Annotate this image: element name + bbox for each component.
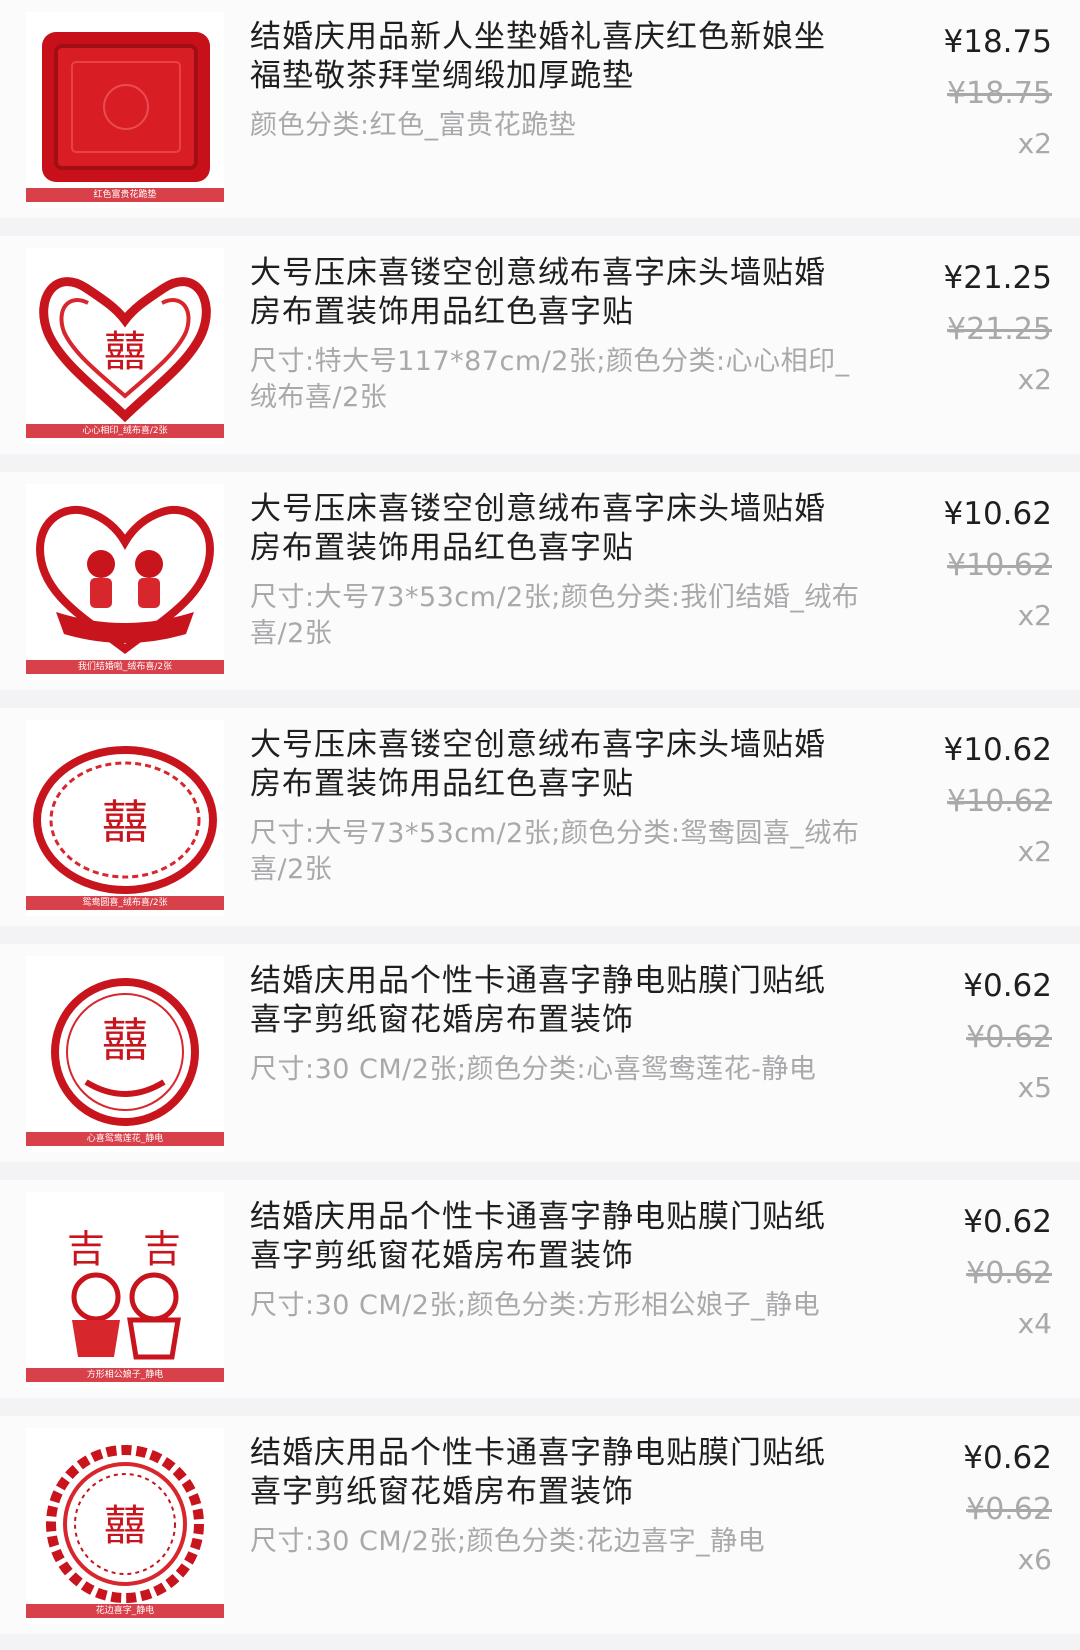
product-thumbnail[interactable]: 吉 吉 方形相公娘子_静电 xyxy=(26,1192,224,1388)
product-spec: 颜色分类:红色_富贵花跪垫 xyxy=(250,110,577,141)
lace-xi-papercut-icon: 囍 xyxy=(46,1445,204,1603)
svg-text:囍: 囍 xyxy=(104,327,146,376)
price: ¥10.62 xyxy=(943,496,1052,532)
original-price: ¥0.62 xyxy=(966,1020,1052,1055)
order-item[interactable]: 吉 吉 方形相公娘子_静电 结婚庆用品个性卡通喜字静电贴膜门贴纸喜字剪纸窗花婚房… xyxy=(0,1180,1080,1398)
product-title[interactable]: 大号压床喜镂空创意绒布喜字床头墙贴婚房布置装饰用品红色喜字贴 xyxy=(250,254,850,332)
quantity: x2 xyxy=(1017,599,1052,632)
original-price: ¥0.62 xyxy=(966,1492,1052,1527)
quantity: x2 xyxy=(1017,127,1052,160)
svg-text:吉: 吉 xyxy=(143,1227,181,1271)
product-spec: 尺寸:大号73*53cm/2张;颜色分类:鸳鸯圆喜_绒布喜/2张 xyxy=(250,818,860,885)
product-thumbnail[interactable]: 囍 心心相印_绒布喜/2张 xyxy=(26,248,224,444)
product-thumbnail[interactable]: 囍 鸳鸯圆喜_绒布喜/2张 xyxy=(26,720,224,916)
product-spec: 尺寸:30 CM/2张;颜色分类:方形相公娘子_静电 xyxy=(250,1290,821,1321)
price: ¥10.62 xyxy=(943,732,1052,768)
original-price: ¥10.62 xyxy=(947,784,1052,819)
product-thumbnail[interactable]: 囍 心喜鸳鸯莲花_静电 xyxy=(26,956,224,1152)
price: ¥0.62 xyxy=(963,1204,1052,1240)
product-thumbnail[interactable]: 囍 花边喜字_静电 xyxy=(26,1428,224,1624)
round-xi-papercut-icon: 囍 xyxy=(51,978,199,1126)
quantity: x4 xyxy=(1017,1307,1052,1340)
order-item[interactable]: 红色富贵花跪垫 结婚庆用品新人坐垫婚礼喜庆红色新娘坐福垫敬茶拜堂绸缎加厚跪垫 颜… xyxy=(0,0,1080,218)
product-title[interactable]: 结婚庆用品个性卡通喜字静电贴膜门贴纸喜字剪纸窗花婚房布置装饰 xyxy=(250,962,850,1040)
product-thumbnail[interactable]: 红色富贵花跪垫 xyxy=(26,12,224,208)
double-heart-papercut-icon: 囍 xyxy=(39,277,211,423)
product-title[interactable]: 结婚庆用品新人坐垫婚礼喜庆红色新娘坐福垫敬茶拜堂绸缎加厚跪垫 xyxy=(250,18,850,96)
product-spec: 尺寸:30 CM/2张;颜色分类:花边喜字_静电 xyxy=(250,1526,766,1557)
order-item[interactable]: 囍 鸳鸯圆喜_绒布喜/2张 大号压床喜镂空创意绒布喜字床头墙贴婚房布置装饰用品红… xyxy=(0,708,1080,926)
thumbnail-caption: 心喜鸳鸯莲花_静电 xyxy=(26,1132,224,1146)
product-spec: 尺寸:30 CM/2张;颜色分类:心喜鸳鸯莲花-静电 xyxy=(250,1054,817,1085)
thumbnail-caption: 鸳鸯圆喜_绒布喜/2张 xyxy=(26,896,224,910)
thumbnail-caption: 我们结婚啦_绒布喜/2张 xyxy=(26,660,224,674)
quantity: x5 xyxy=(1017,1071,1052,1104)
quantity: x2 xyxy=(1017,363,1052,396)
original-price: ¥21.25 xyxy=(947,312,1052,347)
order-item-list: 红色富贵花跪垫 结婚庆用品新人坐垫婚礼喜庆红色新娘坐福垫敬茶拜堂绸缎加厚跪垫 颜… xyxy=(0,0,1080,1650)
quantity: x6 xyxy=(1017,1543,1052,1576)
cushion-icon xyxy=(42,32,210,182)
product-title[interactable]: 大号压床喜镂空创意绒布喜字床头墙贴婚房布置装饰用品红色喜字贴 xyxy=(250,726,850,804)
original-price: ¥0.62 xyxy=(966,1256,1052,1291)
oval-xi-papercut-icon: 囍 xyxy=(33,746,217,894)
thumbnail-caption: 心心相印_绒布喜/2张 xyxy=(26,424,224,438)
price: ¥0.62 xyxy=(963,1440,1052,1476)
order-item[interactable]: 我们结婚啦_绒布喜/2张 大号压床喜镂空创意绒布喜字床头墙贴婚房布置装饰用品红色… xyxy=(0,472,1080,690)
price: ¥21.25 xyxy=(943,260,1052,296)
svg-text:吉: 吉 xyxy=(67,1227,105,1271)
order-item[interactable]: 囍 心心相印_绒布喜/2张 大号压床喜镂空创意绒布喜字床头墙贴婚房布置装饰用品红… xyxy=(0,236,1080,454)
price: ¥18.75 xyxy=(943,24,1052,60)
product-spec: 尺寸:大号73*53cm/2张;颜色分类:我们结婚_绒布喜/2张 xyxy=(250,582,860,649)
product-title[interactable]: 结婚庆用品个性卡通喜字静电贴膜门贴纸喜字剪纸窗花婚房布置装饰 xyxy=(250,1198,850,1276)
price: ¥0.62 xyxy=(963,968,1052,1004)
product-title[interactable]: 大号压床喜镂空创意绒布喜字床头墙贴婚房布置装饰用品红色喜字贴 xyxy=(250,490,850,568)
svg-text:囍: 囍 xyxy=(104,1501,146,1550)
product-spec: 尺寸:特大号117*87cm/2张;颜色分类:心心相印_绒布喜/2张 xyxy=(250,346,850,413)
thumbnail-caption: 红色富贵花跪垫 xyxy=(26,188,224,202)
svg-text:囍: 囍 xyxy=(102,1013,148,1067)
heart-couple-papercut-icon xyxy=(35,505,215,655)
order-item[interactable]: 囍 花边喜字_静电 结婚庆用品个性卡通喜字静电贴膜门贴纸喜字剪纸窗花婚房布置装饰… xyxy=(0,1416,1080,1634)
thumbnail-caption: 花边喜字_静电 xyxy=(26,1604,224,1618)
thumbnail-caption: 方形相公娘子_静电 xyxy=(26,1368,224,1382)
order-item[interactable]: 囍 心喜鸳鸯莲花_静电 结婚庆用品个性卡通喜字静电贴膜门贴纸喜字剪纸窗花婚房布置… xyxy=(0,944,1080,1162)
product-title[interactable]: 结婚庆用品个性卡通喜字静电贴膜门贴纸喜字剪纸窗花婚房布置装饰 xyxy=(250,1434,850,1512)
cartoon-couple-papercut-icon: 吉 吉 xyxy=(67,1227,181,1360)
svg-text:囍: 囍 xyxy=(102,795,148,849)
original-price: ¥10.62 xyxy=(947,548,1052,583)
quantity: x2 xyxy=(1017,835,1052,868)
product-thumbnail[interactable]: 我们结婚啦_绒布喜/2张 xyxy=(26,484,224,680)
original-price: ¥18.75 xyxy=(947,76,1052,111)
